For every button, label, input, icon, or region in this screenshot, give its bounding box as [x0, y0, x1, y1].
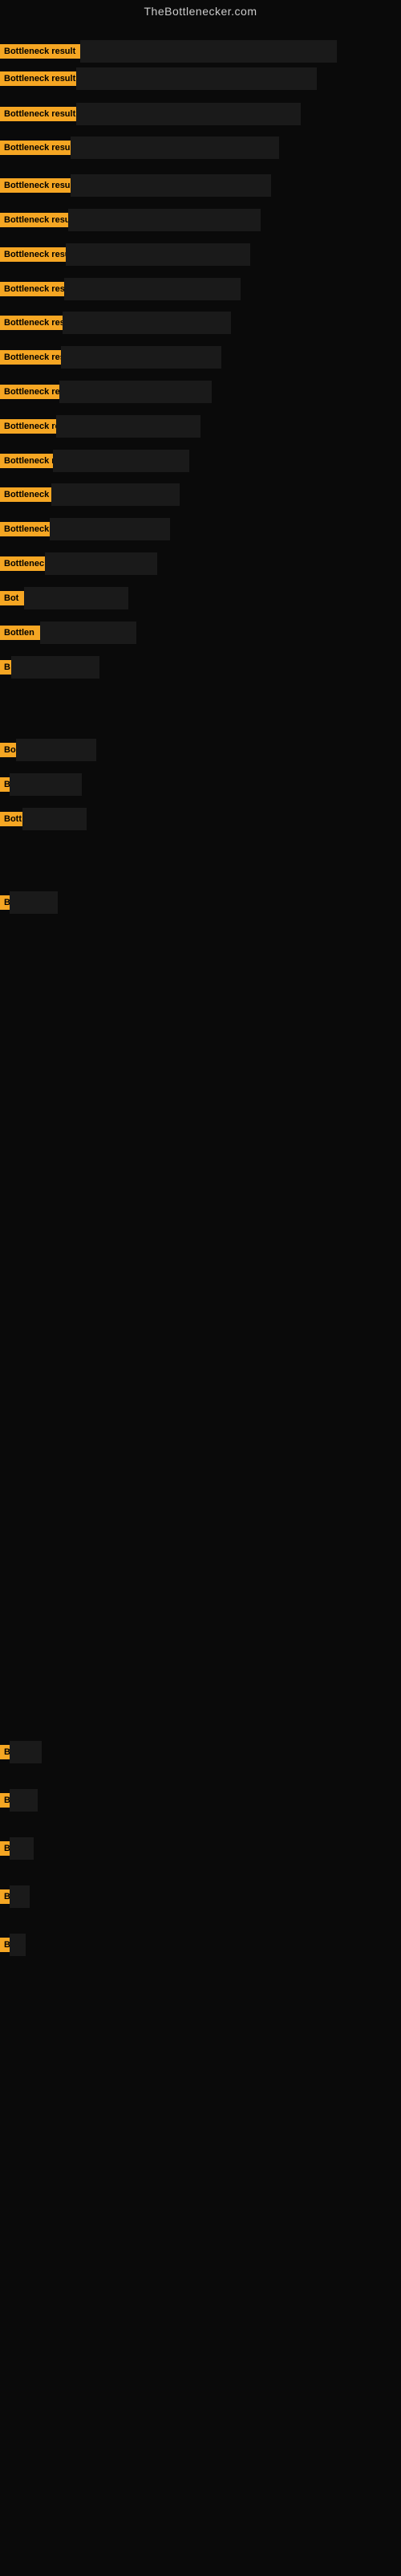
bar-line	[10, 1934, 26, 1956]
bar-line	[50, 518, 170, 540]
bar-line	[80, 40, 337, 63]
bar-line	[10, 1741, 42, 1763]
bottleneck-badge: Bottleneck resu	[0, 213, 68, 227]
bar-line	[71, 174, 271, 197]
list-item: B	[0, 891, 58, 914]
bar-line	[63, 312, 231, 334]
bar-line	[64, 278, 241, 300]
bottleneck-badge: B	[0, 1841, 10, 1856]
bar-line	[53, 450, 189, 472]
bottleneck-badge: Bottleneck re	[0, 522, 50, 536]
bottleneck-badge: Bottleneck resu	[0, 178, 71, 193]
bar-line	[10, 773, 82, 796]
bar-line	[51, 483, 180, 506]
bottleneck-badge: B	[0, 1938, 10, 1952]
bottleneck-badge: Bot	[0, 591, 24, 605]
bar-line	[56, 415, 200, 438]
bottleneck-badge: Bottleneck resu	[0, 350, 61, 365]
bar-line	[76, 103, 301, 125]
list-item: B	[0, 1741, 42, 1763]
bottleneck-badge: Bo	[0, 743, 16, 757]
bar-line	[24, 587, 128, 609]
list-item: Bottleneck res	[0, 415, 200, 438]
list-item: Bottleneck resu	[0, 174, 271, 197]
bar-line	[68, 209, 261, 231]
list-item: Bottleneck resu	[0, 312, 231, 334]
bottleneck-badge: Bottleneck resu	[0, 316, 63, 330]
bottleneck-badge: Bottleneck resu	[0, 247, 66, 262]
bottleneck-badge: Bottleneck resu	[0, 141, 71, 155]
bottleneck-badge: Bottleneck result	[0, 44, 80, 59]
bar-line	[76, 67, 317, 90]
bottleneck-badge: Bottleneck re	[0, 454, 53, 468]
bottleneck-badge: Bottleneck re	[0, 487, 51, 502]
bottleneck-badge: B	[0, 660, 11, 675]
list-item: Bottleneck result	[0, 40, 337, 63]
bar-line	[11, 656, 99, 679]
list-item: Bott	[0, 808, 87, 830]
list-item: Bo	[0, 739, 96, 761]
bar-line	[22, 808, 87, 830]
bar-line	[10, 1885, 30, 1908]
list-item: Bottleneck result	[0, 103, 301, 125]
list-item: Bottleneck resu	[0, 209, 261, 231]
bottleneck-badge: Bottleneck res	[0, 419, 56, 434]
list-item: Bottleneck re	[0, 483, 180, 506]
bar-line	[61, 346, 221, 369]
bottleneck-badge: Bottleneck resu	[0, 282, 64, 296]
list-item: Bottleneck resu	[0, 381, 212, 403]
list-item: Bottleneck resu	[0, 278, 241, 300]
bottleneck-badge: B	[0, 777, 10, 792]
bottleneck-badge: Bott	[0, 812, 22, 826]
list-item: Bottleneck resu	[0, 137, 279, 159]
bottleneck-badge: B	[0, 1889, 10, 1904]
list-item: Bot	[0, 587, 128, 609]
bar-line	[10, 1789, 38, 1812]
list-item: B	[0, 656, 99, 679]
list-item: Bottleneck resu	[0, 346, 221, 369]
list-item: Bottleneck re	[0, 518, 170, 540]
bottleneck-badge: B	[0, 1745, 10, 1759]
bar-line	[16, 739, 96, 761]
list-item: Bottlen	[0, 622, 136, 644]
list-item: B	[0, 773, 82, 796]
list-item: B	[0, 1789, 38, 1812]
site-title: TheBottlenecker.com	[0, 0, 401, 22]
bar-line	[66, 243, 250, 266]
bottleneck-badge: Bottleneck result	[0, 107, 76, 121]
list-item: Bottleneck result	[0, 67, 317, 90]
bottleneck-badge: Bottlen	[0, 626, 40, 640]
bottleneck-badge: Bottleneck resu	[0, 385, 59, 399]
bar-line	[10, 891, 58, 914]
bottleneck-badge: B	[0, 1793, 10, 1808]
list-item: Bottleneck re	[0, 450, 189, 472]
list-item: B	[0, 1837, 34, 1860]
bar-line	[71, 137, 279, 159]
bottleneck-badge: Bottlenec	[0, 556, 45, 571]
list-item: B	[0, 1885, 30, 1908]
bar-line	[10, 1837, 34, 1860]
bottleneck-badge: B	[0, 895, 10, 910]
list-item: Bottlenec	[0, 552, 157, 575]
bar-line	[45, 552, 157, 575]
bar-line	[40, 622, 136, 644]
list-item: Bottleneck resu	[0, 243, 250, 266]
bar-line	[59, 381, 212, 403]
list-item: B	[0, 1934, 26, 1956]
bottleneck-badge: Bottleneck result	[0, 71, 76, 86]
